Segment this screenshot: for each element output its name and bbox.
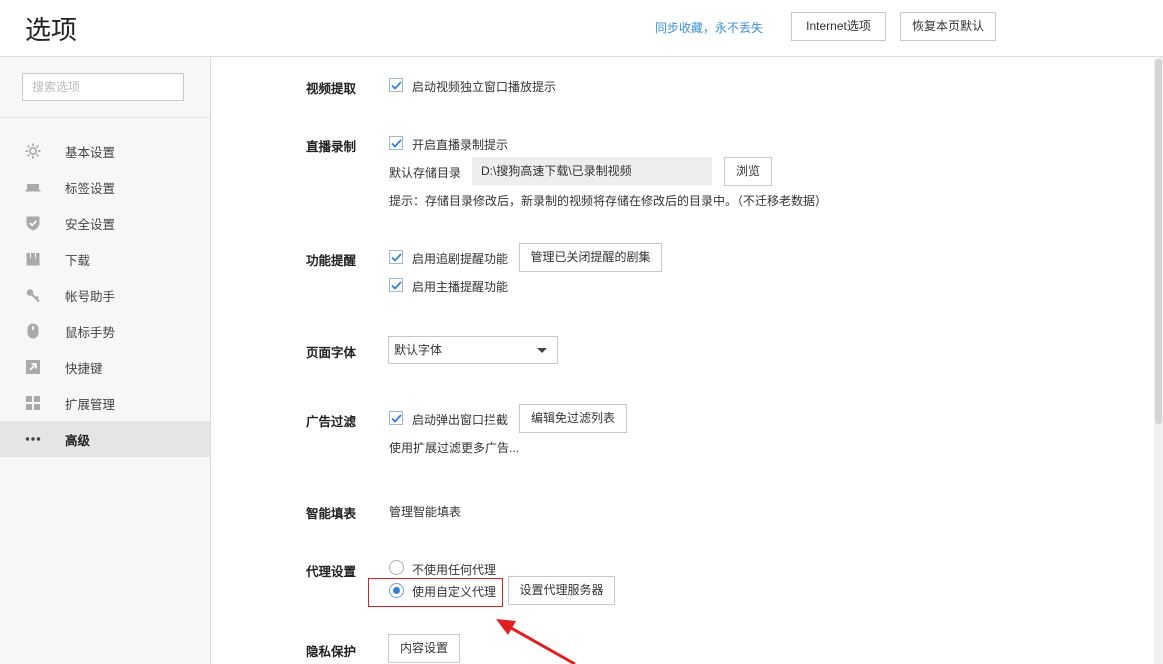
section-label-font: 页面字体 <box>306 346 357 360</box>
anchor-reminder-checkbox[interactable] <box>389 278 403 292</box>
drama-reminder-checkbox[interactable] <box>389 250 403 264</box>
video-popup-label: 启动视频独立窗口播放提示 <box>412 80 557 94</box>
sidebar-item-label: 高级 <box>65 433 91 448</box>
internet-options-button[interactable]: Internet选项 <box>791 12 886 41</box>
sidebar-item-account[interactable]: 帐号助手 <box>0 277 210 313</box>
drama-reminder-label: 启用追剧提醒功能 <box>412 252 509 266</box>
tab-icon <box>24 178 42 196</box>
annotation-arrow-icon <box>496 619 576 664</box>
browse-button[interactable]: 浏览 <box>724 157 772 186</box>
anchor-reminder-label: 启用主播提醒功能 <box>412 280 509 294</box>
sidebar-item-label: 基本设置 <box>65 145 116 160</box>
shield-icon <box>24 214 42 232</box>
mouse-icon <box>24 322 42 340</box>
sidebar-item-security[interactable]: 安全设置 <box>0 205 210 241</box>
sidebar-item-label: 快捷键 <box>65 361 103 376</box>
sidebar-item-mouse-gesture[interactable]: 鼠标手势 <box>0 313 210 349</box>
content-settings-button[interactable]: 内容设置 <box>388 634 460 663</box>
annotation-highlight-box <box>368 578 503 607</box>
manage-closed-reminders-button[interactable]: 管理已关闭提醒的剧集 <box>519 243 662 272</box>
section-label-adfilter: 广告过滤 <box>306 415 357 429</box>
proxy-none-label: 不使用任何代理 <box>412 563 497 577</box>
sidebar: 基本设置 标签设置 安全设置 下载 帐号助手 <box>0 57 211 664</box>
check-icon <box>390 80 402 90</box>
section-label-proxy: 代理设置 <box>306 565 357 579</box>
manage-autofill-link[interactable]: 管理智能填表 <box>389 503 461 520</box>
scrollbar[interactable] <box>1154 57 1163 664</box>
more-dots-icon <box>24 430 42 448</box>
storage-dir-label: 默认存储目录 <box>389 166 462 180</box>
chevron-down-icon <box>537 348 547 353</box>
section-label-privacy: 隐私保护 <box>306 645 357 659</box>
sidebar-nav: 基本设置 标签设置 安全设置 下载 帐号助手 鼠标手势 快捷键 扩展管理 高级 <box>0 133 210 457</box>
sidebar-item-label: 扩展管理 <box>65 397 116 412</box>
storage-hint: 提示：存储目录修改后，新录制的视频将存储在修改后的目录中。（不迁移老数据） <box>389 194 828 208</box>
key-icon <box>24 286 42 304</box>
sidebar-item-shortcuts[interactable]: 快捷键 <box>0 349 210 385</box>
sidebar-item-label: 标签设置 <box>65 181 116 196</box>
sidebar-item-label: 帐号助手 <box>65 289 116 304</box>
check-icon <box>390 280 402 290</box>
sidebar-item-basic[interactable]: 基本设置 <box>0 133 210 169</box>
sidebar-item-advanced[interactable]: 高级 <box>0 421 210 457</box>
section-label-autofill: 智能填表 <box>306 507 357 521</box>
live-record-checkbox[interactable] <box>389 136 403 150</box>
section-label-reminder: 功能提醒 <box>306 254 357 268</box>
sidebar-item-label: 安全设置 <box>65 217 116 232</box>
sidebar-item-label: 下载 <box>65 253 91 268</box>
popup-block-label: 启动弹出窗口拦截 <box>412 413 509 427</box>
sync-link[interactable]: 同步收藏，永不丢失 <box>655 19 763 36</box>
video-popup-checkbox[interactable] <box>389 78 403 92</box>
sidebar-item-extensions[interactable]: 扩展管理 <box>0 385 210 421</box>
check-icon <box>390 138 402 148</box>
font-select[interactable]: 默认字体 <box>388 336 558 364</box>
live-record-label: 开启直播录制提示 <box>412 138 509 152</box>
font-select-value: 默认字体 <box>394 343 443 357</box>
page-title: 选项 <box>25 15 78 45</box>
shortcut-arrow-icon <box>24 358 42 376</box>
search-input[interactable] <box>22 73 184 101</box>
sidebar-item-label: 鼠标手势 <box>65 325 116 340</box>
sidebar-item-download[interactable]: 下载 <box>0 241 210 277</box>
section-label-live: 直播录制 <box>306 140 357 154</box>
check-icon <box>390 252 402 262</box>
sidebar-item-tabs[interactable]: 标签设置 <box>0 169 210 205</box>
restore-defaults-button[interactable]: 恢复本页默认 <box>900 12 996 41</box>
header-bar: 选项 同步收藏，永不丢失 Internet选项 恢复本页默认 <box>0 0 1163 57</box>
scrollbar-thumb[interactable] <box>1155 59 1162 424</box>
popup-block-checkbox[interactable] <box>389 411 403 425</box>
check-icon <box>390 413 402 423</box>
proxy-server-button[interactable]: 设置代理服务器 <box>508 576 615 605</box>
extension-filter-link[interactable]: 使用扩展过滤更多广告... <box>389 439 519 456</box>
extensions-grid-icon <box>24 394 42 412</box>
sidebar-divider <box>0 117 210 118</box>
download-icon <box>24 250 42 268</box>
edit-whitelist-button[interactable]: 编辑免过滤列表 <box>519 404 627 433</box>
proxy-none-radio[interactable] <box>389 560 404 575</box>
section-label-video: 视频提取 <box>306 82 357 96</box>
storage-dir-field[interactable]: D:\搜狗高速下载\已录制视频 <box>472 157 712 185</box>
gear-icon <box>24 142 42 160</box>
